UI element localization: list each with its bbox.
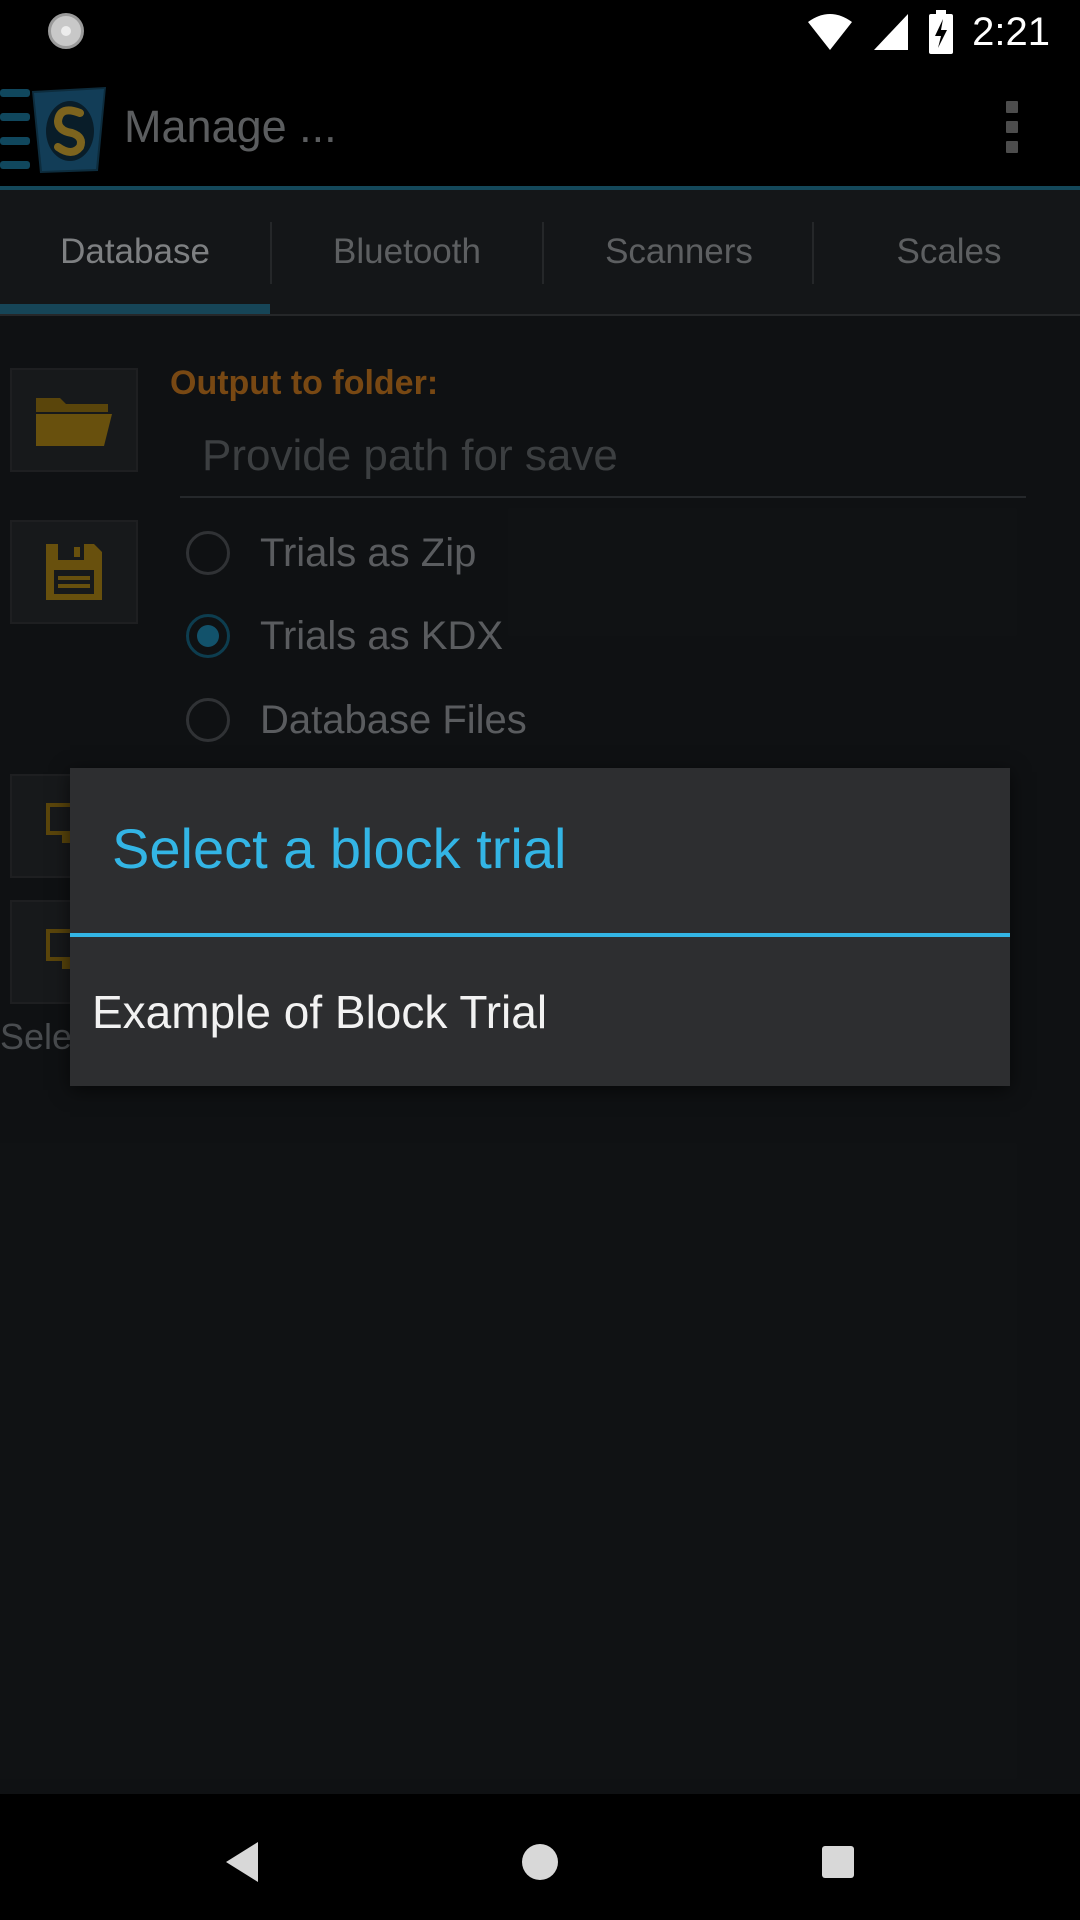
navigation-bar bbox=[0, 1794, 1080, 1920]
home-icon[interactable] bbox=[512, 1834, 568, 1890]
wifi-icon bbox=[808, 14, 853, 50]
cell-signal-icon bbox=[874, 14, 909, 50]
list-item[interactable]: Example of Block Trial bbox=[70, 937, 1010, 1086]
status-bar: 2:21 bbox=[0, 0, 1080, 63]
status-icons: 2:21 bbox=[806, 8, 1050, 56]
battery-charging-icon bbox=[929, 10, 954, 54]
clock: 2:21 bbox=[972, 9, 1050, 54]
back-icon[interactable] bbox=[214, 1834, 270, 1890]
dialog-title: Select a block trial bbox=[112, 817, 567, 880]
select-block-trial-dialog: Select a block trial Example of Block Tr… bbox=[70, 768, 1010, 1086]
recents-icon[interactable] bbox=[810, 1834, 866, 1890]
sync-icon bbox=[48, 13, 84, 49]
